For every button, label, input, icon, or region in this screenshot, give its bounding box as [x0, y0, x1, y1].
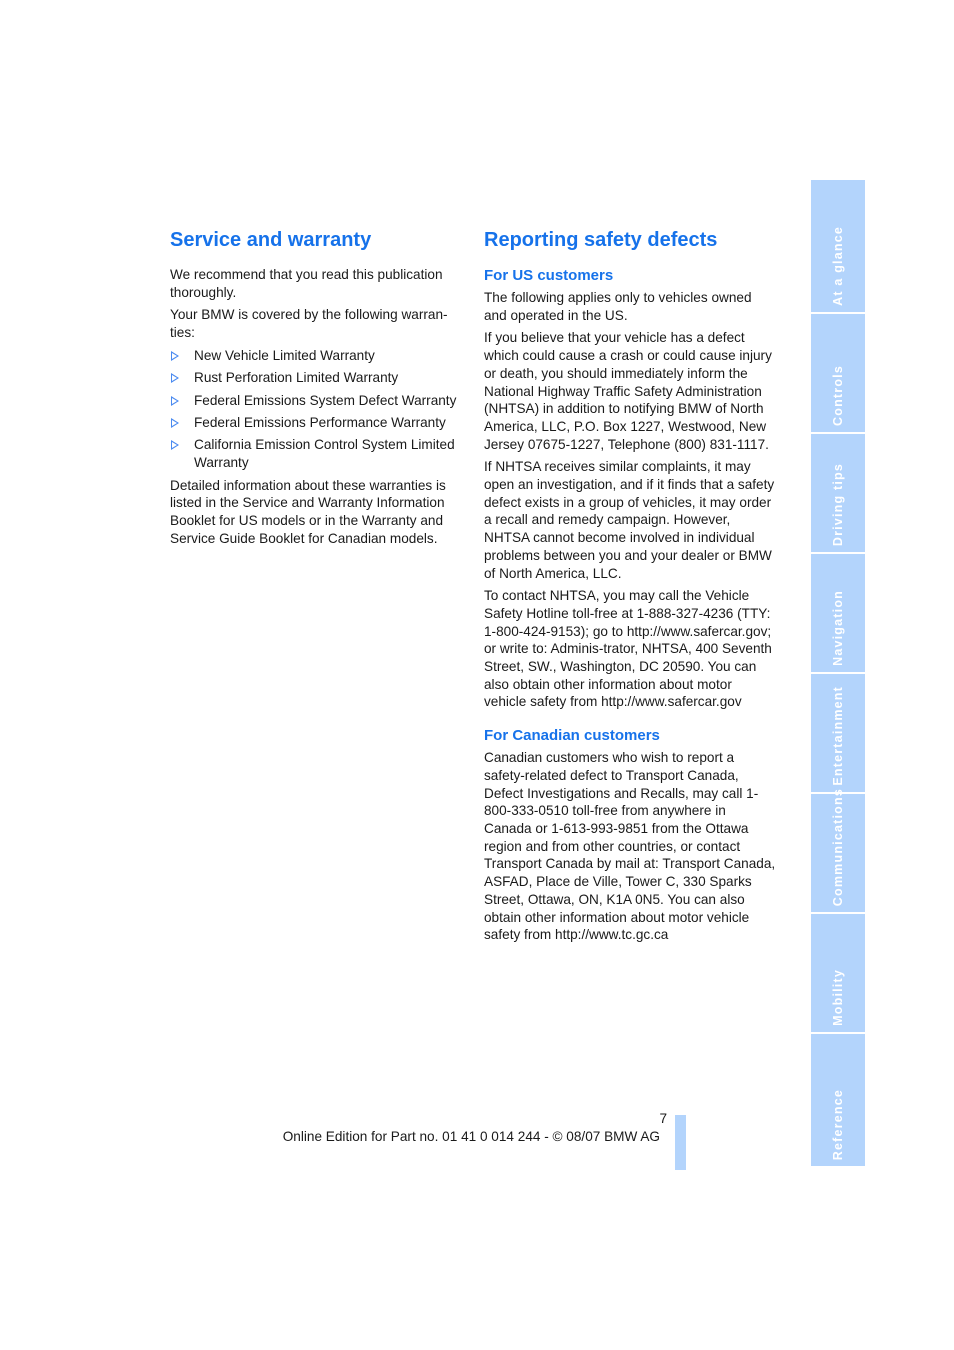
tab-reference[interactable]: Reference — [811, 1034, 865, 1166]
tab-communications[interactable]: Communications — [811, 788, 865, 912]
us-paragraph: The following applies only to vehicles o… — [484, 290, 752, 323]
us-paragraph: To contact NHTSA, you may call the Vehic… — [484, 588, 772, 710]
tab-label: Controls — [831, 365, 845, 426]
warranty-item-label: Rust Perforation Limited Warranty — [194, 370, 399, 386]
tab-entertainment[interactable]: Entertainment — [811, 674, 865, 792]
tab-controls[interactable]: Controls — [811, 314, 865, 432]
canada-paragraph: Canadian customers who wish to report a … — [484, 750, 776, 943]
warranty-item: Federal Emissions Performance Warranty — [170, 414, 465, 432]
tab-label: Navigation — [831, 590, 845, 666]
tab-label: Driving tips — [831, 462, 845, 546]
tab-label: Mobility — [831, 969, 845, 1026]
reporting-safety-defects-section: Reporting safety defects For US customer… — [484, 226, 776, 949]
bullet-triangle-icon — [171, 395, 179, 406]
warranty-item-label: New Vehicle Limited Warranty — [194, 347, 375, 363]
coverage-paragraph: Your BMW is covered by the following war… — [170, 307, 448, 341]
warranty-item: Federal Emissions System Defect Warranty — [170, 392, 465, 410]
us-paragraph: If you believe that your vehicle has a d… — [484, 330, 772, 452]
service-warranty-section: Service and warranty We recommend that y… — [170, 226, 465, 553]
bullet-triangle-icon — [171, 440, 179, 451]
reporting-safety-defects-title: Reporting safety defects — [484, 229, 718, 251]
intro-paragraph: We recommend that you read this publicat… — [170, 267, 443, 300]
tab-navigation[interactable]: Navigation — [811, 554, 865, 672]
warranty-details-paragraph: Detailed information about these warrant… — [170, 477, 446, 546]
canadian-customers-heading: For Canadian customers — [484, 727, 660, 745]
warranty-item: California Emission Control System Limit… — [170, 436, 465, 471]
service-warranty-title: Service and warranty — [170, 229, 372, 251]
tab-mobility[interactable]: Mobility — [811, 914, 865, 1032]
tab-label: Reference — [831, 1088, 845, 1160]
warranty-item: New Vehicle Limited Warranty — [170, 347, 465, 365]
tab-label: Entertainment — [831, 686, 845, 786]
us-paragraph: If NHTSA receives similar complaints, it… — [484, 459, 775, 581]
bullet-triangle-icon — [171, 373, 179, 384]
tab-driving-tips[interactable]: Driving tips — [811, 434, 865, 552]
tab-at-a-glance[interactable]: At a glance — [811, 180, 865, 312]
warranty-item: Rust Perforation Limited Warranty — [170, 369, 465, 387]
warranty-item-label: Federal Emissions Performance Warranty — [194, 414, 446, 430]
tab-label: At a glance — [831, 226, 845, 306]
warranty-list: New Vehicle Limited Warranty Rust Perfor… — [170, 347, 465, 472]
tab-label: Communications — [831, 787, 845, 906]
page-marker-bar — [675, 1115, 686, 1170]
edition-footer: Online Edition for Part no. 01 41 0 014 … — [282, 1129, 660, 1144]
page-number: 7 — [659, 1111, 667, 1126]
bullet-triangle-icon — [171, 417, 179, 428]
warranty-item-label: California Emission Control System Limit… — [194, 437, 455, 471]
warranty-item-label: Federal Emissions System Defect Warranty — [194, 392, 457, 408]
us-customers-heading: For US customers — [484, 267, 614, 284]
bullet-triangle-icon — [171, 350, 179, 361]
